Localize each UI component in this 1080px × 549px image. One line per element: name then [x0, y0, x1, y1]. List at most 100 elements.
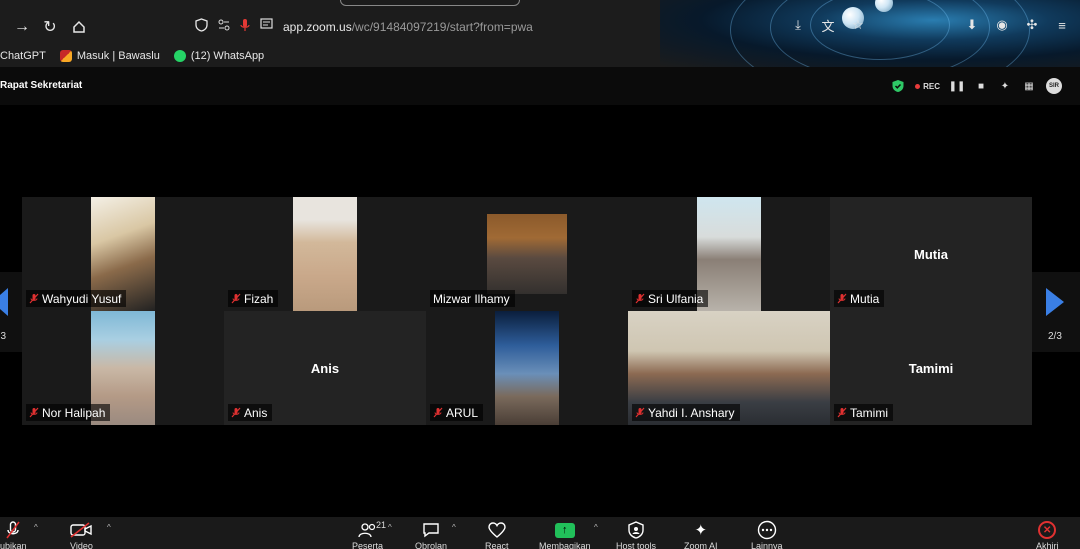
profile-icon[interactable]: ◉: [994, 17, 1010, 33]
page-indicator-left: 3: [0, 331, 6, 342]
video-off-icon: [70, 520, 93, 540]
permissions-icon[interactable]: [218, 18, 230, 36]
mic-muted-icon: [433, 407, 443, 418]
address-bar[interactable]: app.zoom.us/wc/91484097219/start?from=pw…: [195, 17, 533, 37]
host-tools-shield-icon: [625, 520, 647, 540]
bookmark-chatgpt[interactable]: ChatGPT: [0, 50, 46, 62]
user-avatar[interactable]: SIR: [1046, 78, 1062, 94]
participant-video: [487, 214, 567, 294]
mic-muted-icon: [231, 407, 241, 418]
recording-label: REC: [923, 81, 940, 91]
downloads-icon[interactable]: ⬇: [964, 17, 980, 33]
participant-tile-nor[interactable]: Nor Halipah: [22, 311, 224, 425]
chat-caret-icon[interactable]: ^: [452, 523, 456, 532]
bookmark-star-icon[interactable]: ☆: [850, 17, 866, 33]
video-gallery: Wahyudi Yusuf Fizah Mizwar Ilhamy Sri Ul…: [22, 197, 1032, 425]
mic-muted-icon: [29, 407, 39, 418]
microphone-active-icon[interactable]: [240, 18, 250, 37]
share-screen-icon: ↑: [554, 522, 575, 538]
participant-name: Wahyudi Yusuf: [42, 291, 122, 306]
url-host: app.zoom.us: [283, 20, 352, 34]
participant-label: Wahyudi Yusuf: [26, 290, 127, 307]
url-text[interactable]: app.zoom.us/wc/91484097219/start?from=pw…: [283, 20, 533, 34]
chat-label: Obrolan: [415, 541, 448, 549]
participant-tile-mutia[interactable]: Mutia Mutia: [830, 197, 1032, 311]
browser-tab[interactable]: [340, 0, 520, 6]
participant-name: Mizwar Ilhamy: [433, 291, 510, 306]
participants-caret-icon[interactable]: ^: [388, 523, 392, 532]
participant-name: Sri Ulfania: [648, 291, 704, 306]
browser-menu-icon[interactable]: ≡: [1054, 17, 1070, 33]
install-app-icon[interactable]: ⤓: [790, 17, 806, 33]
site-security-icon[interactable]: [195, 17, 208, 37]
end-meeting-button[interactable]: ✕ Akhiri: [1036, 520, 1059, 549]
previous-page-button[interactable]: 3: [0, 272, 22, 352]
react-label: React: [485, 541, 509, 549]
end-meeting-icon-wrap: ✕: [1036, 520, 1058, 540]
meeting-toolbar: ubikan ^ Video ^ 21 Peserta ^ Obrolan ^ …: [0, 517, 1080, 549]
zoom-ai-button[interactable]: ✦ Zoom AI: [684, 520, 718, 549]
video-button[interactable]: Video: [70, 520, 93, 549]
mic-muted-icon: [635, 293, 645, 304]
forward-icon[interactable]: →: [12, 17, 32, 37]
meeting-title: Rapat Sekretariat: [0, 80, 83, 91]
microphone-muted-icon: [2, 520, 24, 540]
end-meeting-icon: ✕: [1038, 521, 1057, 539]
arrow-right-icon: [1046, 288, 1064, 316]
participant-tile-anis[interactable]: Anis Anis: [224, 311, 426, 425]
video-options-caret-icon[interactable]: ^: [107, 523, 111, 532]
participant-label: Mutia: [834, 290, 885, 307]
share-screen-button[interactable]: ↑ Membagikan: [539, 520, 591, 549]
arrow-left-icon: [0, 288, 8, 316]
mic-muted-icon: [231, 293, 241, 304]
ai-companion-icon[interactable]: ✦: [998, 79, 1012, 93]
chat-icon: [420, 520, 442, 540]
participant-tile-yahdi[interactable]: Yahdi I. Anshary: [628, 311, 830, 425]
audio-options-caret-icon[interactable]: ^: [34, 523, 38, 532]
participant-display-name: Anis: [310, 361, 340, 376]
share-label: Membagikan: [539, 541, 591, 549]
participant-display-name: Mutia: [914, 247, 948, 262]
encryption-shield-icon[interactable]: [891, 79, 905, 93]
participant-tile-mizwar[interactable]: Mizwar Ilhamy: [426, 197, 628, 311]
reload-icon[interactable]: ↻: [40, 17, 60, 37]
chat-button[interactable]: Obrolan: [415, 520, 447, 549]
audio-label: ubikan: [0, 541, 27, 549]
host-tools-label: Host tools: [616, 541, 657, 549]
bookmark-whatsapp[interactable]: (12) WhatsApp: [173, 50, 264, 62]
participant-tile-tamimi[interactable]: Tamimi Tamimi: [830, 311, 1032, 425]
video-label: Video: [70, 541, 93, 549]
stop-recording-icon[interactable]: ■: [974, 79, 988, 93]
bookmark-label: Masuk | Bawaslu: [76, 50, 160, 62]
mic-muted-icon: [635, 407, 645, 418]
participant-tile-arul[interactable]: ARUL: [426, 311, 628, 425]
participant-tile-sri[interactable]: Sri Ulfania: [628, 197, 830, 311]
translate-icon[interactable]: 文: [820, 17, 836, 34]
participant-tile-fizah[interactable]: Fizah: [224, 197, 426, 311]
share-caret-icon[interactable]: ^: [594, 523, 598, 532]
next-page-button[interactable]: 2/3: [1032, 272, 1080, 352]
extensions-icon[interactable]: ✣: [1024, 17, 1040, 33]
more-options-icon: [756, 520, 778, 540]
participant-video: [293, 197, 357, 311]
home-icon[interactable]: [69, 17, 89, 37]
more-button[interactable]: Lainnya: [751, 520, 783, 549]
bookmark-bawaslu[interactable]: Masuk | Bawaslu: [59, 50, 160, 62]
audio-button[interactable]: ubikan: [0, 520, 27, 549]
page-indicator-right: 2/3: [1048, 331, 1062, 342]
zoom-ai-label: Zoom AI: [684, 541, 718, 549]
participants-button[interactable]: 21 Peserta: [352, 520, 387, 549]
mic-muted-icon: [29, 293, 39, 304]
url-path: /wc/91484097219/start?from=pwa: [351, 20, 533, 34]
participants-count: 21: [376, 520, 387, 530]
pause-recording-icon[interactable]: ❚❚: [949, 79, 966, 93]
bookmark-label: ChatGPT: [0, 50, 46, 62]
host-tools-button[interactable]: Host tools: [616, 520, 656, 549]
browser-toolbar: → ↻ app.zoom.us/wc/91484097219/start?fro…: [0, 0, 1080, 67]
participant-tile-wahyudi[interactable]: Wahyudi Yusuf: [22, 197, 224, 311]
page-info-icon[interactable]: [260, 18, 273, 36]
participant-label: Tamimi: [834, 404, 893, 421]
react-button[interactable]: React: [485, 520, 509, 549]
view-grid-icon[interactable]: ▦: [1022, 79, 1036, 93]
